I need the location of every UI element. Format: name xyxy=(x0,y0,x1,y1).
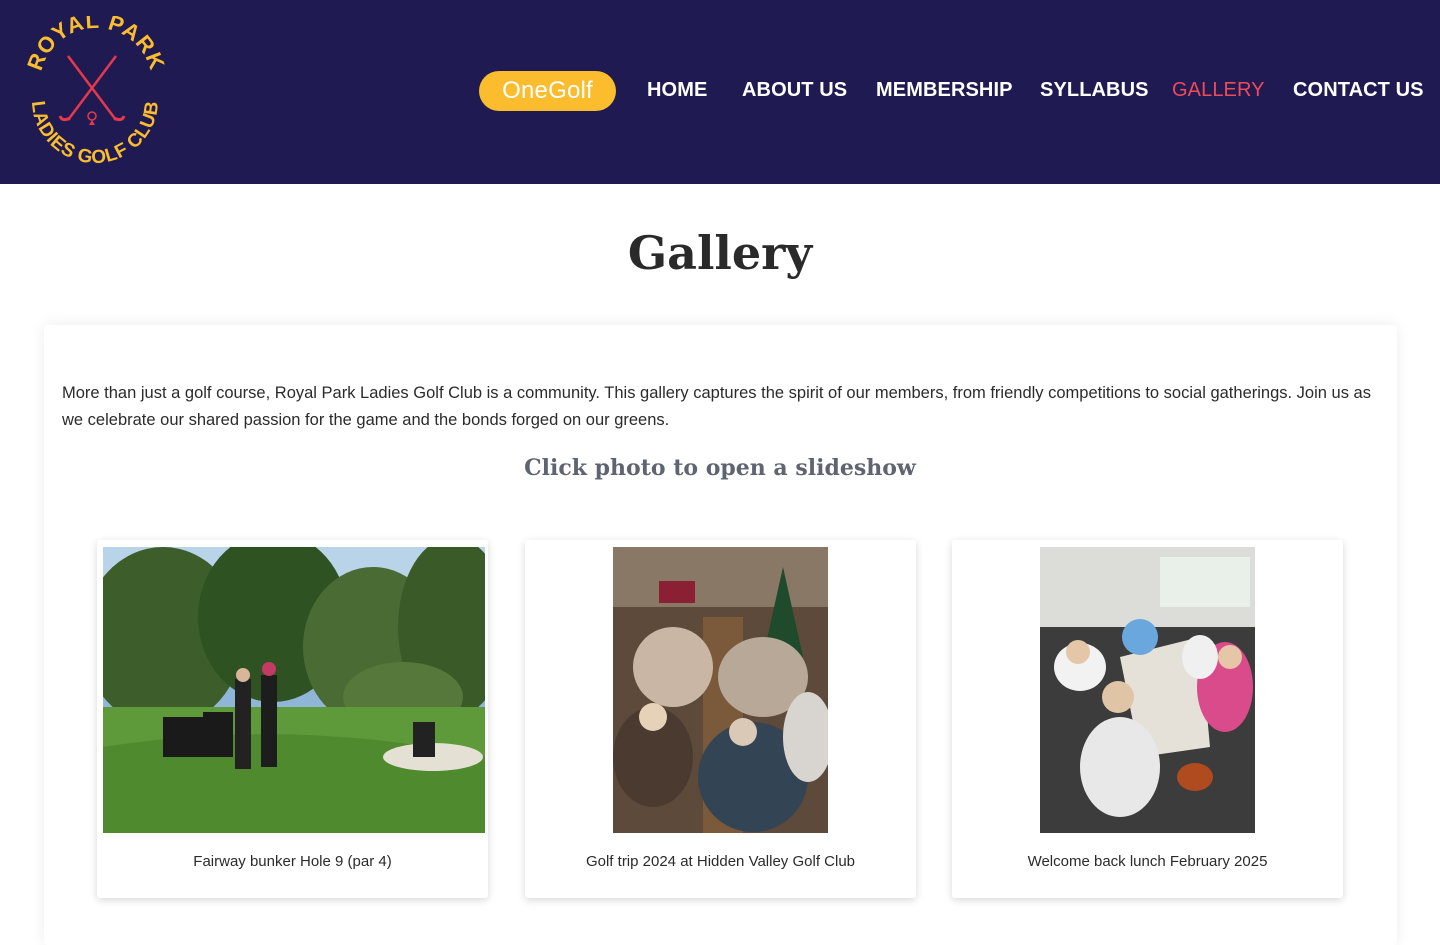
gallery-caption: Golf trip 2024 at Hidden Valley Golf Clu… xyxy=(585,853,856,870)
nav-home[interactable]: HOME xyxy=(647,79,707,102)
gallery-caption: Welcome back lunch February 2025 xyxy=(1027,853,1268,870)
svg-text:LADIES GOLF CLUB: LADIES GOLF CLUB xyxy=(27,100,164,168)
gallery-item[interactable]: Golf trip 2024 at Hidden Valley Golf Clu… xyxy=(525,540,916,898)
nav-gallery[interactable]: GALLERY xyxy=(1172,79,1265,102)
gallery-photo[interactable] xyxy=(613,547,828,833)
intro-text: More than just a golf course, Royal Park… xyxy=(62,384,1371,429)
nav-syllabus[interactable]: SYLLABUS xyxy=(1040,79,1149,102)
main-nav: OneGolf xyxy=(479,70,616,112)
logo-bottom-text: LADIES GOLF CLUB xyxy=(27,100,163,169)
club-logo[interactable]: ROYAL PARK LADIES GOLF CLUB xyxy=(18,8,169,169)
club-logo-graphic: ROYAL PARK LADIES GOLF CLUB xyxy=(22,8,169,169)
gallery-item[interactable]: Welcome back lunch February 2025 xyxy=(952,540,1343,898)
gallery-caption: Fairway bunker Hole 9 (par 4) xyxy=(193,853,392,870)
gallery-photo[interactable] xyxy=(103,547,485,833)
nav-contact-us[interactable]: CONTACT US xyxy=(1293,79,1424,102)
gallery-item[interactable]: Fairway bunker Hole 9 (par 4) xyxy=(97,540,488,898)
onegolf-button[interactable]: OneGolf xyxy=(479,71,616,111)
nav-about-us[interactable]: ABOUT US xyxy=(742,79,847,102)
gallery-photo[interactable] xyxy=(1040,547,1255,833)
svg-text:ROYAL PARK: ROYAL PARK xyxy=(22,16,166,74)
nav-membership[interactable]: MEMBERSHIP xyxy=(876,79,1013,102)
page-title: Gallery xyxy=(627,226,813,280)
site-header: ROYAL PARK LADIES GOLF CLUB OneGolf HOME… xyxy=(0,0,1440,184)
logo-top-text: ROYAL PARK xyxy=(22,8,169,74)
slideshow-hint: Click photo to open a slideshow xyxy=(524,455,916,481)
